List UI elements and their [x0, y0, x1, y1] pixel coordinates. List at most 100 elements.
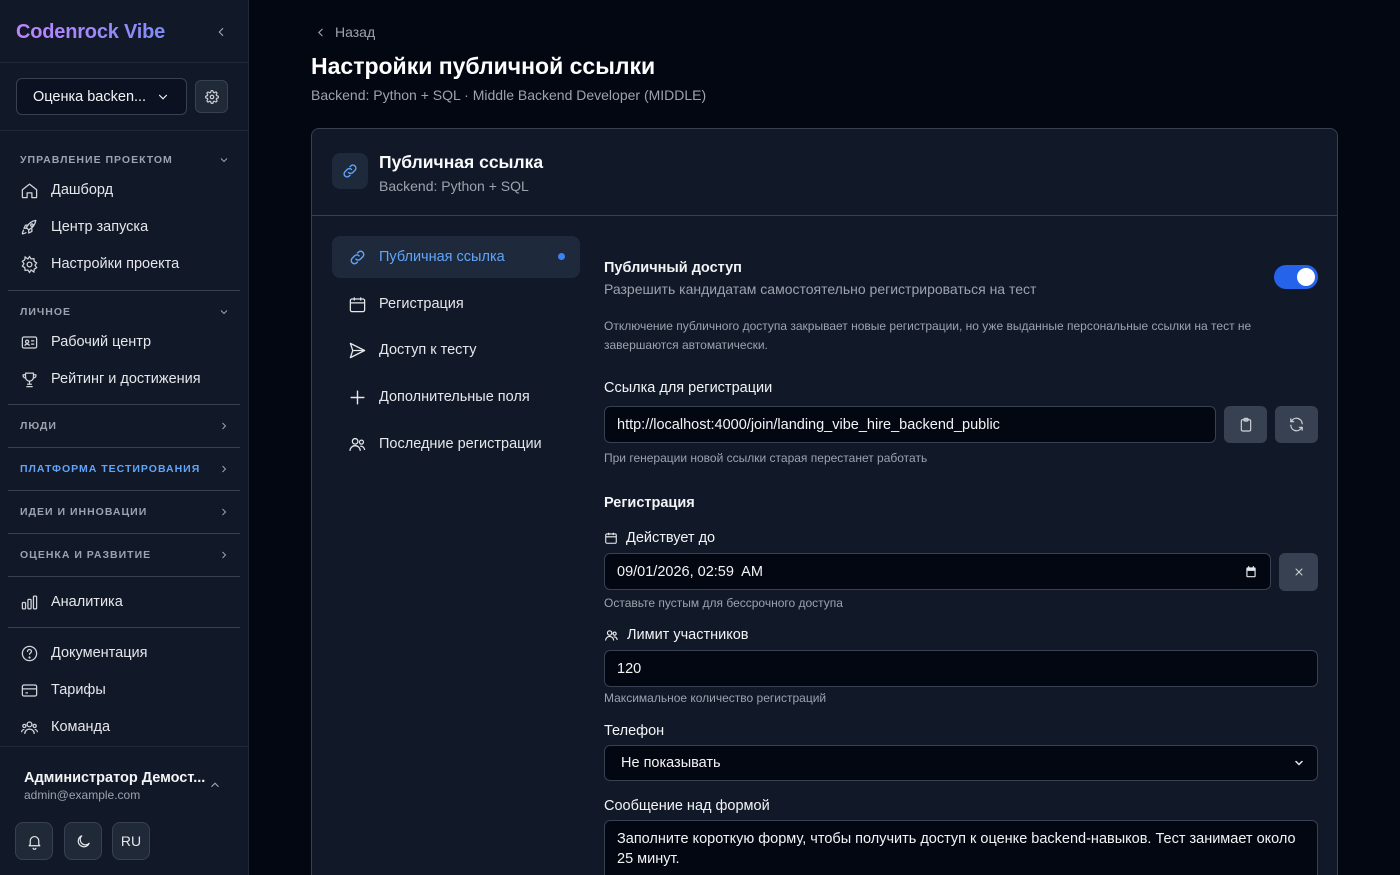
section-label: ОЦЕНКА И РАЗВИТИЕ: [20, 549, 152, 561]
section-label: ЛИЧНОЕ: [20, 306, 72, 318]
registration-link-field[interactable]: http://localhost:4000/join/landing_vibe_…: [604, 406, 1216, 443]
form-message-textarea[interactable]: Заполните короткую форму, чтобы получить…: [604, 820, 1318, 875]
divider: [312, 215, 1337, 216]
public-access-toggle[interactable]: [1274, 265, 1318, 289]
project-settings-button[interactable]: [195, 80, 228, 113]
section-label: ЛЮДИ: [20, 420, 57, 432]
send-icon: [349, 342, 366, 358]
brand-logo[interactable]: Codenrock Vibe: [16, 21, 165, 44]
refresh-icon: [1290, 417, 1303, 432]
notifications-button[interactable]: [15, 822, 53, 860]
sidebar-item-analytics[interactable]: Аналитика: [20, 589, 235, 615]
chevron-left-icon: [318, 28, 323, 36]
help-circle-icon: [21, 645, 38, 661]
sidebar-item-rating[interactable]: Рейтинг и достижения: [20, 366, 235, 392]
sidebar-item-label: Дашборд: [51, 182, 114, 198]
project-select[interactable]: Оценка backen...: [16, 78, 187, 115]
chevron-left-icon: [218, 27, 224, 37]
brand-row: Codenrock Vibe: [16, 18, 232, 46]
tab-recent-registrations[interactable]: Последние регистрации: [332, 423, 580, 465]
tab-label: Последние регистрации: [379, 436, 542, 452]
section-people[interactable]: ЛЮДИ: [20, 418, 230, 434]
back-link[interactable]: Назад: [314, 24, 375, 40]
chevron-right-icon: [222, 508, 227, 516]
divider: [8, 404, 240, 405]
page-subtitle: Backend: Python + SQL · Middle Backend D…: [311, 87, 707, 103]
divider: [0, 746, 248, 747]
divider: [0, 130, 248, 131]
sidebar-item-docs[interactable]: Документация: [20, 640, 235, 666]
sidebar-item-project-settings[interactable]: Настройки проекта: [20, 251, 235, 277]
settings-card: Публичная ссылка Backend: Python + SQL П…: [311, 128, 1338, 875]
sidebar-item-label: Документация: [51, 645, 148, 661]
clear-date-button[interactable]: [1279, 553, 1318, 591]
divider: [8, 490, 240, 491]
clipboard-icon: [1240, 417, 1251, 432]
sidebar: Codenrock Vibe Оценка backen... УПРАВЛЕН…: [0, 0, 249, 875]
valid-until-label-row: Действует до: [604, 530, 715, 549]
sidebar-item-pricing[interactable]: Тарифы: [20, 677, 235, 703]
card-subtitle: Backend: Python + SQL: [379, 178, 529, 194]
calendar-picker-icon[interactable]: [1244, 565, 1258, 579]
copy-link-button[interactable]: [1224, 406, 1267, 443]
registration-link-hint: При генерации новой ссылки старая перест…: [604, 451, 928, 465]
user-menu-toggle[interactable]: [208, 778, 222, 792]
chevron-down-icon: [158, 94, 168, 100]
sidebar-item-label: Команда: [51, 719, 111, 735]
section-label: ПЛАТФОРМА ТЕСТИРОВАНИЯ: [20, 463, 201, 475]
users-icon: [349, 437, 366, 451]
sidebar-item-label: Тарифы: [51, 682, 106, 698]
id-card-icon: [21, 335, 38, 349]
card-icon-wrap: [332, 153, 368, 189]
tab-label: Регистрация: [379, 296, 464, 312]
sidebar-item-label: Аналитика: [51, 594, 123, 610]
phone-select[interactable]: Не показывать: [604, 745, 1318, 781]
participant-limit-hint: Максимальное количество регистраций: [604, 691, 827, 705]
regenerate-link-button[interactable]: [1275, 406, 1318, 443]
sidebar-item-launch-center[interactable]: Центр запуска: [20, 214, 235, 240]
tab-public-link[interactable]: Публичная ссылка: [332, 236, 580, 278]
chevron-right-icon: [222, 465, 227, 473]
registration-link-label: Ссылка для регистрации: [604, 380, 773, 396]
link-icon: [350, 250, 365, 264]
valid-until-field[interactable]: 09/01/2026, 02:59 AM: [604, 553, 1271, 590]
public-access-note: Отключение публичного доступа закрывает …: [604, 319, 1252, 352]
section-personal[interactable]: ЛИЧНОЕ: [20, 304, 230, 320]
calendar-icon: [605, 532, 617, 544]
limit-label-row: Лимит участников: [604, 627, 749, 647]
active-dot: [558, 253, 565, 260]
phone-select-value: Не показывать: [621, 755, 721, 771]
sidebar-item-dashboard[interactable]: Дашборд: [20, 177, 235, 203]
chevron-right-icon: [222, 551, 227, 559]
theme-toggle-button[interactable]: [64, 822, 102, 860]
collapse-sidebar-button[interactable]: [210, 21, 232, 43]
section-testing-platform[interactable]: ПЛАТФОРМА ТЕСТИРОВАНИЯ: [20, 461, 230, 477]
chevron-down-icon: [220, 310, 228, 315]
tab-test-access[interactable]: Доступ к тесту: [332, 329, 580, 371]
sidebar-item-label: Настройки проекта: [51, 256, 180, 272]
toggle-knob: [1297, 268, 1315, 286]
users-icon: [20, 720, 39, 734]
chevron-up-icon: [211, 782, 219, 788]
bell-icon: [28, 835, 40, 850]
sidebar-item-team[interactable]: Команда: [20, 714, 235, 740]
tab-extra-fields[interactable]: Дополнительные поля: [332, 376, 580, 418]
project-row: Оценка backen...: [16, 78, 228, 115]
sidebar-item-work-center[interactable]: Рабочий центр: [20, 329, 235, 355]
tab-registration[interactable]: Регистрация: [332, 283, 580, 325]
valid-until-hint: Оставьте пустым для бессрочного доступа: [604, 596, 843, 610]
participant-limit-field[interactable]: 120: [604, 650, 1318, 687]
registration-heading: Регистрация: [604, 495, 695, 511]
phone-label: Телефон: [604, 723, 665, 739]
sidebar-item-label: Рейтинг и достижения: [51, 371, 201, 387]
language-button[interactable]: RU: [112, 822, 150, 860]
divider: [8, 290, 240, 291]
project-select-value: Оценка backen...: [33, 88, 147, 105]
section-assessment[interactable]: ОЦЕНКА И РАЗВИТИЕ: [20, 547, 230, 563]
plus-icon: [350, 389, 365, 405]
tab-label: Дополнительные поля: [379, 389, 530, 405]
sidebar-item-label: Рабочий центр: [51, 334, 152, 350]
section-ideas[interactable]: ИДЕИ И ИННОВАЦИИ: [20, 504, 230, 520]
section-project-management[interactable]: УПРАВЛЕНИЕ ПРОЕКТОМ: [20, 152, 230, 168]
calendar-icon: [349, 296, 366, 312]
